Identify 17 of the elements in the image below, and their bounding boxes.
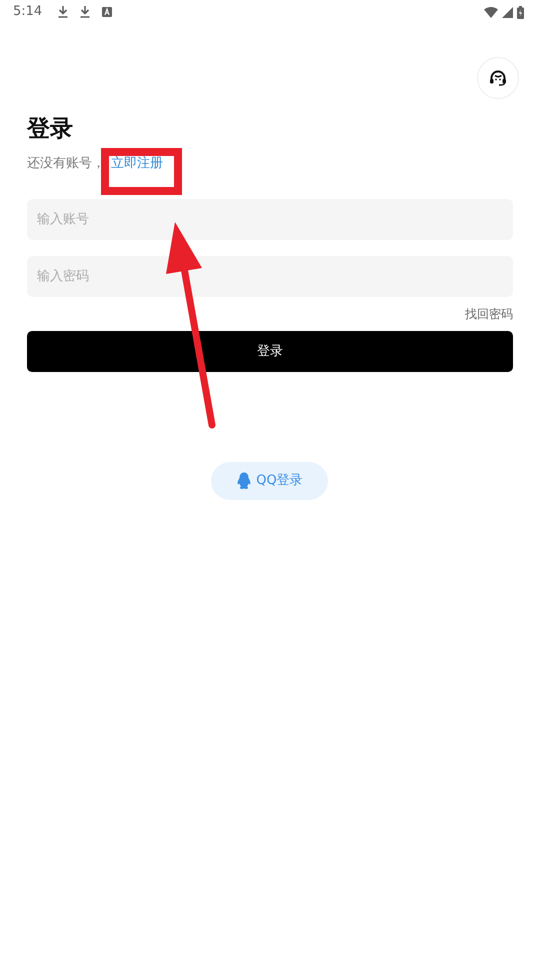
wifi-icon (484, 6, 498, 18)
download-icon (58, 6, 68, 18)
penguin-icon (236, 472, 252, 490)
customer-service-button[interactable] (477, 57, 519, 99)
status-time: 5:14 (13, 3, 42, 22)
forgot-password-link[interactable]: 找回密码 (465, 305, 513, 323)
qq-login-button[interactable]: QQ登录 (211, 462, 328, 500)
app-notification-icon (102, 7, 112, 17)
register-prompt: 还没有账号， (27, 155, 105, 173)
page-title: 登录 (27, 115, 74, 144)
battery-icon (517, 6, 524, 18)
headset-icon (489, 70, 507, 86)
download-icon (80, 6, 90, 18)
input-field[interactable]: 输入密码 (27, 256, 513, 297)
login-button[interactable]: 登录 (27, 331, 513, 372)
signal-icon (502, 6, 513, 18)
input-field[interactable]: 输入账号 (27, 199, 513, 240)
